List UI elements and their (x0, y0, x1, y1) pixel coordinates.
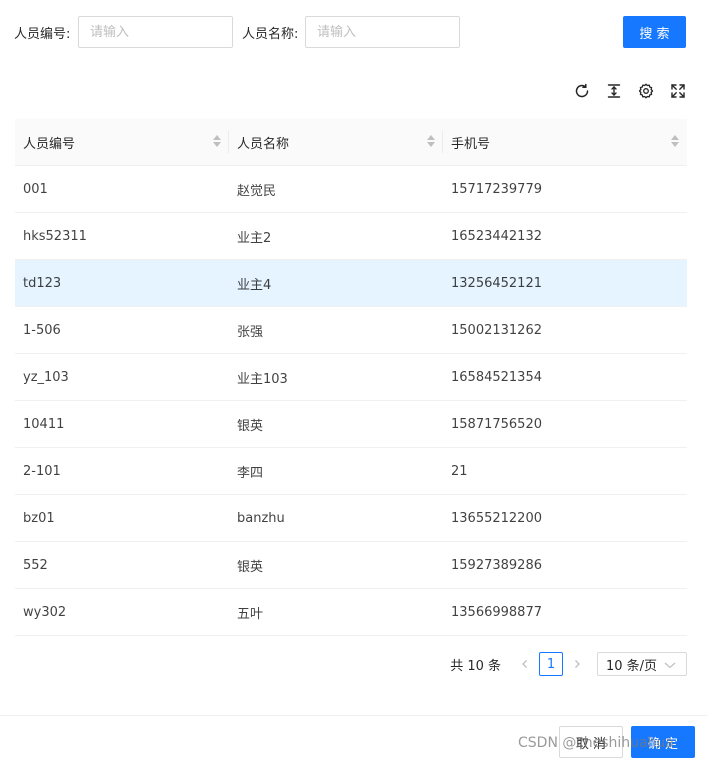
modal-footer: 取 消 确 定 (0, 715, 708, 761)
table-row[interactable]: 552 银英 15927389286 (15, 542, 687, 589)
sort-icon[interactable] (671, 135, 679, 147)
table-cell: 1-506 (23, 322, 61, 338)
table-cell: bz01 (23, 510, 55, 526)
table-cell: 552 (23, 557, 48, 573)
table-cell: 赵觉民 (237, 183, 277, 199)
column-header-person-id[interactable]: 人员编号 (15, 119, 229, 165)
search-bar: 人员编号: 人员名称: 搜 索 (0, 16, 708, 48)
pagination: 共 10 条 1 10 条/页 (450, 652, 687, 676)
sort-icon[interactable] (213, 135, 221, 147)
table-cell: 16584521354 (451, 369, 542, 385)
table-cell: 21 (451, 463, 468, 479)
table-cell: 业主2 (237, 230, 272, 246)
table-row[interactable]: 001 赵觉民 15717239779 (15, 166, 687, 213)
table-cell: 13256452121 (451, 275, 542, 291)
table-row[interactable]: hks52311 业主2 16523442132 (15, 213, 687, 260)
next-page-icon[interactable] (565, 652, 589, 676)
person-name-input[interactable] (305, 16, 460, 48)
table-cell: 001 (23, 181, 48, 197)
column-header-phone[interactable]: 手机号 (443, 119, 687, 165)
table-cell: yz_103 (23, 369, 69, 385)
person-name-label: 人员名称: (242, 27, 299, 42)
person-table: 人员编号 人员名称 手机号 001 赵觉民 15717239779 hks52311 业… (15, 119, 687, 636)
setting-icon[interactable] (636, 80, 656, 102)
table-cell: wy302 (23, 604, 67, 620)
table-row[interactable]: wy302 五叶 13566998877 (15, 589, 687, 636)
column-title: 人员编号 (23, 136, 76, 152)
table-cell: td123 (23, 275, 62, 291)
table-row[interactable]: 10411 银英 15871756520 (15, 401, 687, 448)
ok-button[interactable]: 确 定 (631, 726, 695, 758)
table-cell: 15002131262 (451, 322, 542, 338)
column-height-icon[interactable] (604, 80, 624, 102)
table-cell: 李四 (237, 465, 264, 481)
table-toolbar (572, 80, 688, 102)
person-id-label: 人员编号: (14, 27, 71, 42)
page-size-value: 10 条/页 (606, 658, 658, 674)
table-cell: banzhu (237, 510, 285, 526)
sort-icon[interactable] (427, 135, 435, 147)
column-title: 手机号 (451, 136, 491, 152)
column-header-person-name[interactable]: 人员名称 (229, 119, 443, 165)
table-row[interactable]: td123 业主4 13256452121 (15, 260, 687, 307)
table-cell: 银英 (237, 418, 264, 434)
table-cell: 13566998877 (451, 604, 542, 620)
page-button-current[interactable]: 1 (539, 652, 563, 676)
person-id-input[interactable] (78, 16, 233, 48)
table-cell: 业主4 (237, 277, 272, 293)
table-cell: 16523442132 (451, 228, 542, 244)
total-count: 共 10 条 (450, 658, 501, 674)
cancel-button[interactable]: 取 消 (559, 726, 623, 758)
chevron-down-icon (664, 659, 676, 674)
table-body: 001 赵觉民 15717239779 hks52311 业主2 16523442132 t… (15, 166, 687, 636)
table-cell: hks52311 (23, 228, 87, 244)
prev-page-icon[interactable] (513, 652, 537, 676)
table-cell: 15871756520 (451, 416, 542, 432)
table-header: 人员编号 人员名称 手机号 (15, 119, 687, 166)
table-cell: 10411 (23, 416, 65, 432)
reload-icon[interactable] (572, 80, 592, 102)
fullscreen-icon[interactable] (668, 80, 688, 102)
table-row[interactable]: 2-101 李四 21 (15, 448, 687, 495)
table-row[interactable]: bz01 banzhu 13655212200 (15, 495, 687, 542)
table-cell: 业主103 (237, 371, 288, 387)
search-button[interactable]: 搜 索 (623, 16, 686, 48)
table-cell: 五叶 (237, 606, 264, 622)
table-cell: 13655212200 (451, 510, 542, 526)
table-cell: 银英 (237, 559, 264, 575)
table-cell: 15717239779 (451, 181, 542, 197)
table-cell: 15927389286 (451, 557, 542, 573)
table-cell: 2-101 (23, 463, 61, 479)
table-cell: 张强 (237, 324, 264, 340)
page-size-select[interactable]: 10 条/页 (597, 652, 687, 676)
table-row[interactable]: 1-506 张强 15002131262 (15, 307, 687, 354)
column-title: 人员名称 (237, 136, 290, 152)
table-row[interactable]: yz_103 业主103 16584521354 (15, 354, 687, 401)
